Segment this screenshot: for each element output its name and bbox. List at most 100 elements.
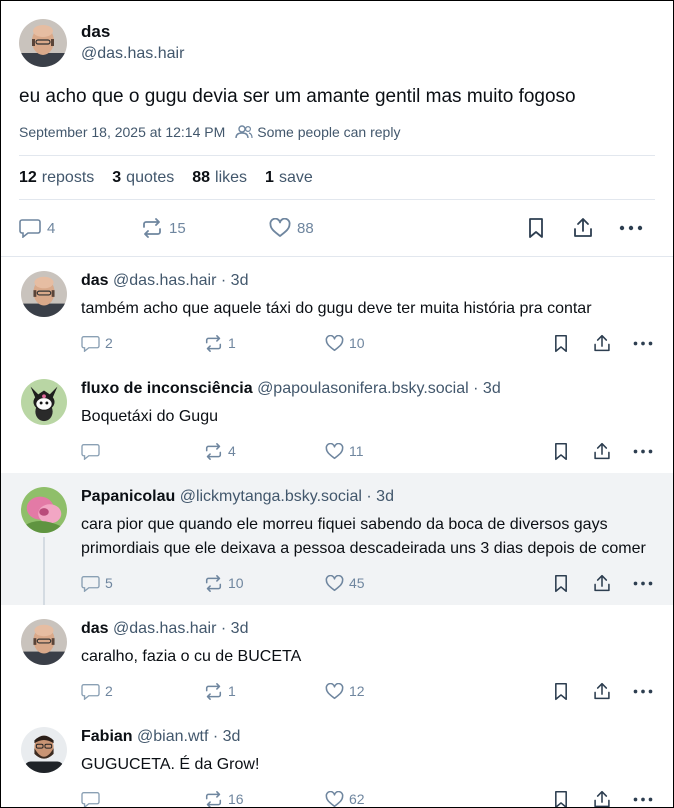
reply-author-handle[interactable]: @lickmytanga.bsky.social [180,488,362,505]
bookmark-button[interactable] [553,574,593,593]
like-button[interactable]: 12 [325,682,553,700]
more-options-button[interactable] [633,341,653,346]
reply-icon [81,683,100,700]
reply-author-name[interactable]: fluxo de inconsciência [81,380,253,397]
heart-icon [325,682,344,699]
repost-icon [205,682,222,700]
bookmark-icon [555,334,567,352]
repost-button[interactable]: 10 [204,574,325,592]
like-button[interactable]: 10 [325,334,553,352]
post-timestamp[interactable]: September 18, 2025 at 12:14 PM [19,124,225,140]
author-row[interactable]: das @das.has.hair [19,1,655,67]
reply-text: caralho, fazia o cu de BUCETA [81,648,302,665]
reply-author-name[interactable]: Papanicolau [81,488,175,505]
reply-author-name[interactable]: das [81,272,109,289]
reply-text: também acho que aquele táxi do gugu deve… [81,300,592,317]
more-options-icon [633,797,653,801]
more-options-button[interactable] [633,797,653,802]
bookmark-button[interactable] [553,442,593,461]
reply-time[interactable]: · 3d [221,272,249,289]
like-button[interactable]: 62 [325,790,553,807]
more-options-button[interactable] [619,225,643,231]
reply-icon [19,219,41,238]
reply-time[interactable]: · 3d [213,728,241,745]
reply-author-handle[interactable]: @papoulasonifera.bsky.social [257,380,469,397]
avatar[interactable] [19,19,67,67]
share-button[interactable] [573,217,619,239]
bookmark-icon [529,218,543,238]
heart-icon [269,218,291,237]
reposts-stat[interactable]: 12 reposts [19,169,94,187]
reply-button[interactable]: 5 [81,575,204,592]
reply-header: Papanicolau @lickmytanga.bsky.social · 3… [81,487,655,507]
reply-text: Boquetáxi do Gugu [81,408,218,425]
reply-button[interactable] [81,443,204,460]
more-options-icon [633,689,653,693]
avatar[interactable] [21,727,67,773]
heart-icon [325,442,344,459]
reply-actions: 4 11 [81,429,655,473]
bookmark-button[interactable] [553,790,593,807]
pink-flower-avatar-icon [21,487,67,533]
like-button[interactable]: 88 [269,218,527,238]
avatar[interactable] [21,487,67,533]
reply-item[interactable]: Papanicolau @lickmytanga.bsky.social · 3… [1,473,673,605]
share-button[interactable] [593,334,633,353]
main-post: das @das.has.hair eu acho que o gugu dev… [1,1,673,256]
reply-header: fluxo de inconsciência @papoulasonifera.… [81,379,655,399]
avatar[interactable] [21,379,67,425]
reply-time[interactable]: · 3d [221,620,249,637]
reply-icon [81,443,100,460]
kuromi-avatar-icon [21,379,67,425]
repost-button[interactable]: 4 [204,442,325,460]
like-button[interactable]: 11 [325,442,553,460]
avatar[interactable] [21,271,67,317]
reply-button[interactable]: 2 [81,335,204,352]
quotes-stat[interactable]: 3 quotes [112,169,174,187]
share-button[interactable] [593,790,633,808]
reply-author-name[interactable]: Fabian [81,728,133,745]
share-icon [594,574,610,591]
share-button[interactable] [593,682,633,701]
reply-button[interactable] [81,791,204,807]
reply-author-handle[interactable]: @das.has.hair [113,620,216,637]
bookmark-icon [555,574,567,592]
reply-restriction[interactable]: Some people can reply [257,124,400,140]
bookmark-button[interactable] [553,334,593,353]
reply-icon [81,335,100,352]
reply-icon [81,791,100,807]
bookmark-button[interactable] [527,217,573,239]
reply-author-name[interactable]: das [81,620,109,637]
share-button[interactable] [593,442,633,461]
repost-button[interactable]: 1 [204,682,325,700]
reply-item[interactable]: das @das.has.hair · 3d também acho que a… [1,257,673,365]
more-options-button[interactable] [633,581,653,586]
like-button[interactable]: 45 [325,574,553,592]
repost-button[interactable]: 1 [204,334,325,352]
reply-item[interactable]: das @das.has.hair · 3d caralho, fazia o … [1,605,673,713]
author-handle[interactable]: @das.has.hair [81,43,184,65]
reply-time[interactable]: · 3d [473,380,501,397]
reply-button[interactable]: 4 [19,218,141,238]
reply-button[interactable]: 2 [81,683,204,700]
more-options-button[interactable] [633,689,653,694]
more-options-icon [633,581,653,585]
more-options-button[interactable] [633,449,653,454]
reply-time[interactable]: · 3d [366,488,394,505]
author-name[interactable]: das [81,21,184,43]
reply-author-handle[interactable]: @bian.wtf [137,728,208,745]
repost-button[interactable]: 15 [141,218,269,238]
more-options-icon [633,341,653,345]
likes-stat[interactable]: 88 likes [192,169,247,187]
reply-item[interactable]: fluxo de inconsciência @papoulasonifera.… [1,365,673,473]
reply-item[interactable]: Fabian @bian.wtf · 3d GUGUCETA. É da Gro… [1,713,673,808]
bookmark-button[interactable] [553,682,593,701]
heart-icon [325,790,344,807]
avatar[interactable] [21,619,67,665]
repost-button[interactable]: 16 [204,790,325,807]
share-icon [594,442,610,459]
reply-author-handle[interactable]: @das.has.hair [113,272,216,289]
repost-icon [143,218,161,238]
more-options-icon [619,225,643,231]
share-button[interactable] [593,574,633,593]
